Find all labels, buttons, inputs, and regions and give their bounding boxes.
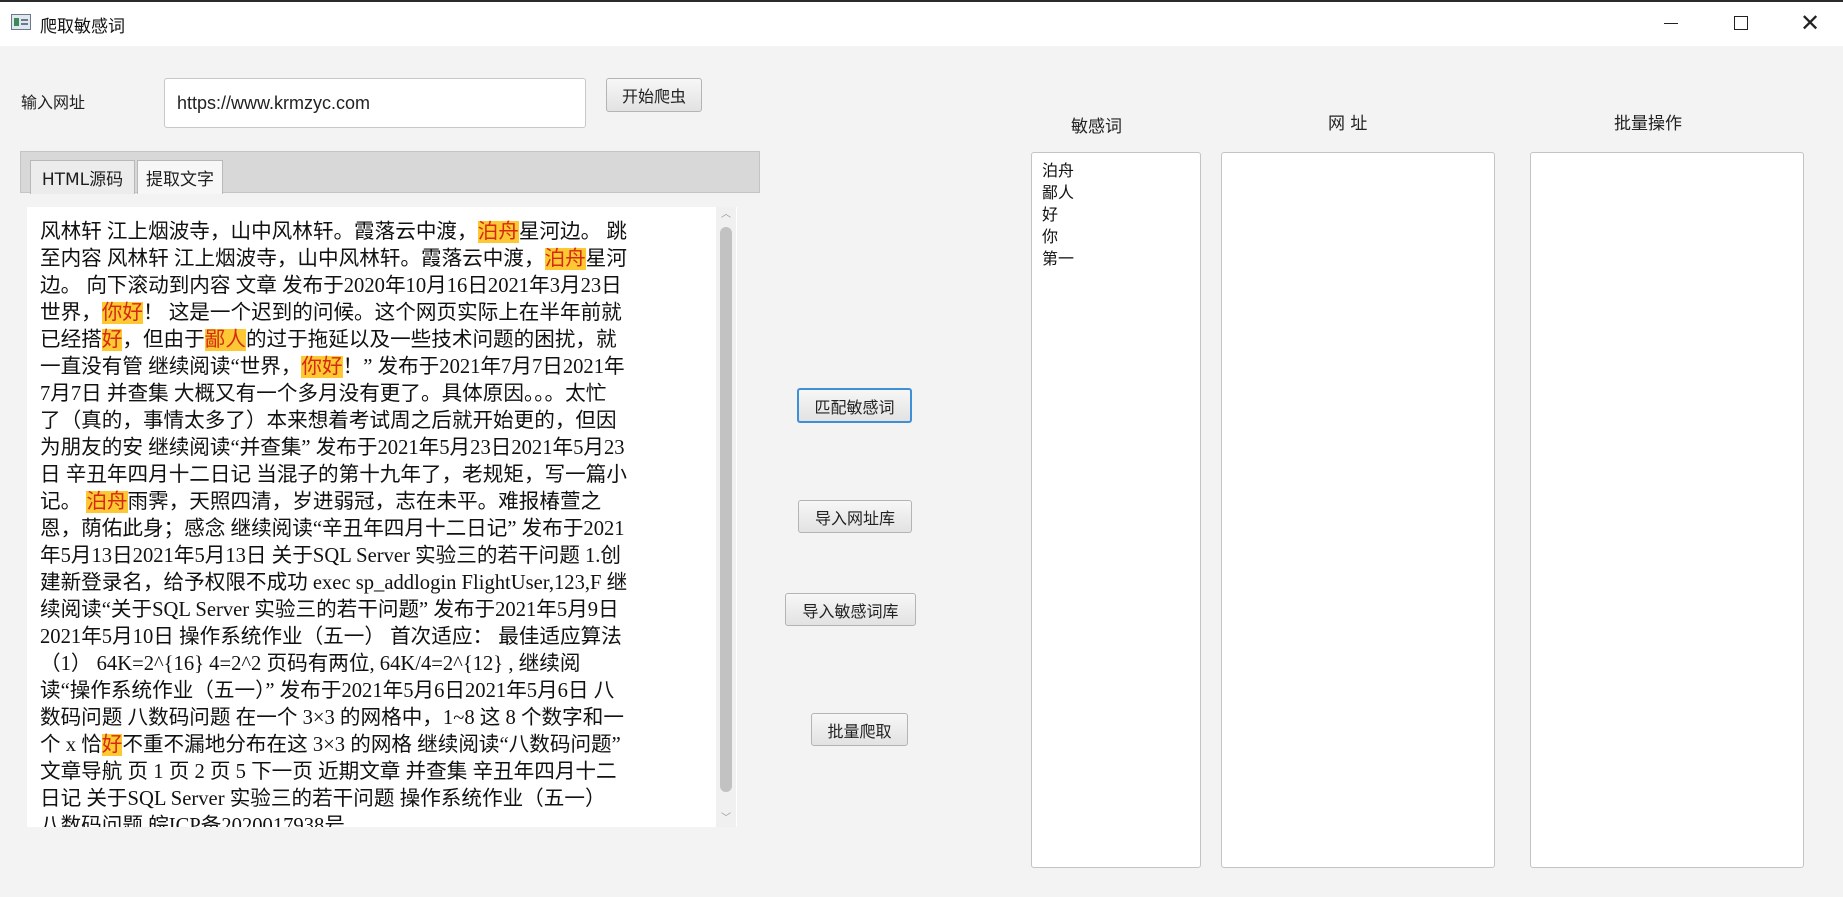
text-segment: 记。 (40, 491, 87, 513)
window-title: 爬取敏感词 (40, 17, 125, 37)
text-line: 日记 关于SQL Server 实验三的若干问题 操作系统作业（五一） (40, 786, 720, 813)
text-line: 至内容 风林轩 江上烟波寺，山中风林轩。霞落云中渡，泊舟星河 (40, 246, 720, 273)
text-segment: 读“操作系统作业（五一）” 发布于2021年5月6日2021年5月6日 八 (40, 680, 615, 702)
text-segment: 世界， (40, 302, 102, 324)
sensitive-word-highlight: 好 (101, 329, 123, 351)
text-segment: 边。 向下滚动到内容 文章 发布于2020年10月16日2021年3月23日 (40, 275, 622, 297)
scroll-up-icon[interactable]: ︿ (716, 207, 736, 223)
sensitive-word-highlight: 你好 (301, 356, 343, 378)
text-segment: 雨霁，天照四清，岁进弱冠，志在未平。难报椿萱之 (127, 491, 602, 513)
list-item[interactable]: 你 (1032, 226, 1200, 248)
close-icon[interactable]: ✕ (1788, 10, 1832, 36)
text-segment: 年5月13日2021年5月13日 关于SQL Server 实验三的若干问题 1… (40, 545, 621, 567)
text-segment: 了（真的，事情太多了）本来想着考试周之后就开始更的，但因 (40, 410, 617, 432)
title-bar-top-border (0, 0, 1843, 2)
batch-crawl-button[interactable]: 批量爬取 (811, 713, 908, 746)
text-segment: 7月7日 并查集 大概又有一个多月没有更了。具体原因。。。太忙 (40, 383, 607, 405)
text-segment: 文章导航 页 1 页 2 页 5 下一页 近期文章 并查集 辛丑年四月十二 (40, 761, 617, 783)
text-line: 年5月13日2021年5月13日 关于SQL Server 实验三的若干问题 1… (40, 543, 720, 570)
text-segment: 的过于拖延以及一些技术问题的困扰，就 (245, 329, 617, 351)
text-line: 2021年5月10日 操作系统作业（五一） 首次适应： 最佳适应算法 (40, 624, 720, 651)
extracted-text-content: 风林轩 江上烟波寺，山中风林轩。霞落云中渡，泊舟星河边。 跳至内容 风林轩 江上… (40, 219, 720, 827)
text-line: 个 x 恰好不重不漏地分布在这 3×3 的网格 继续阅读“八数码问题” (40, 732, 720, 759)
maximize-icon[interactable] (1718, 10, 1762, 36)
text-line: （1） 64K=2^{16} 4=2^2 页码有两位, 64K/4=2^{12}… (40, 651, 720, 678)
sensitive-word-highlight: 好 (101, 734, 123, 756)
text-segment: ！ 这是一个迟到的问候。这个网页实际上在半年前就 (142, 302, 622, 324)
sensitive-word-highlight: 泊舟 (477, 221, 519, 243)
tab-extracted-text[interactable]: 提取文字 (137, 160, 223, 194)
list-item[interactable]: 第一 (1032, 248, 1200, 270)
text-segment: 续阅读“关于SQL Server 实验三的若干问题” 发布于2021年5月9日 (40, 599, 619, 621)
urls-list[interactable] (1221, 152, 1495, 868)
text-scrollbar[interactable]: ︿ ﹀ (716, 207, 736, 827)
scroll-thumb[interactable] (720, 227, 732, 792)
match-sensitive-words-button[interactable]: 匹配敏感词 (797, 388, 912, 423)
text-segment: 为朋友的安 继续阅读“并查集” 发布于2021年5月23日2021年5月23 (40, 437, 625, 459)
text-segment: 数码问题 八数码问题 在一个 3×3 的网格中，1~8 这 8 个数字和一 (40, 707, 624, 729)
text-segment: 不重不漏地分布在这 3×3 的网格 继续阅读“八数码问题” (122, 734, 621, 756)
start-crawl-button[interactable]: 开始爬虫 (606, 78, 702, 112)
text-segment: 星河 (585, 248, 627, 270)
text-line: 文章导航 页 1 页 2 页 5 下一页 近期文章 并查集 辛丑年四月十二 (40, 759, 720, 786)
text-segment: 日 辛丑年四月十二日记 当混子的第十九年了，老规矩，写一篇小 (40, 464, 627, 486)
extracted-text-area[interactable]: 风林轩 江上烟波寺，山中风林轩。霞落云中渡，泊舟星河边。 跳至内容 风林轩 江上… (27, 207, 737, 827)
sensitive-words-list[interactable]: 泊舟 鄙人 好 你 第一 (1031, 152, 1201, 868)
text-line: 恩，荫佑此身；感念 继续阅读“辛丑年四月十二日记” 发布于2021 (40, 516, 720, 543)
text-line: 数码问题 八数码问题 在一个 3×3 的网格中，1~8 这 8 个数字和一 (40, 705, 720, 732)
tab-bar: HTML源码 提取文字 (20, 151, 760, 194)
text-line: 边。 向下滚动到内容 文章 发布于2020年10月16日2021年3月23日 (40, 273, 720, 300)
text-line: 日 辛丑年四月十二日记 当混子的第十九年了，老规矩，写一篇小 (40, 462, 720, 489)
sensitive-word-highlight: 鄙人 (204, 329, 246, 351)
text-segment: 日记 关于SQL Server 实验三的若干问题 操作系统作业（五一） (40, 788, 606, 810)
text-line: 一直没有管 继续阅读“世界，你好！” 发布于2021年7月7日2021年 (40, 354, 720, 381)
url-label: 输入网址 (21, 93, 86, 112)
list-item[interactable]: 泊舟 (1032, 160, 1200, 182)
text-line: 风林轩 江上烟波寺，山中风林轩。霞落云中渡，泊舟星河边。 跳 (40, 219, 720, 246)
text-line: 7月7日 并查集 大概又有一个多月没有更了。具体原因。。。太忙 (40, 381, 720, 408)
url-input[interactable] (164, 78, 586, 128)
minimize-icon[interactable] (1648, 10, 1692, 36)
import-sensitive-word-library-button[interactable]: 导入敏感词库 (785, 593, 916, 626)
text-line: 为朋友的安 继续阅读“并查集” 发布于2021年5月23日2021年5月23 (40, 435, 720, 462)
text-segment: 已经搭 (40, 329, 102, 351)
text-line: 了（真的，事情太多了）本来想着考试周之后就开始更的，但因 (40, 408, 720, 435)
urls-header: 网 址 (1328, 114, 1368, 134)
text-line: 建新登录名，给予权限不成功 exec sp_addlogin FlightUse… (40, 570, 720, 597)
text-segment: 恩，荫佑此身；感念 继续阅读“辛丑年四月十二日记” 发布于2021 (40, 518, 625, 540)
text-line: 世界，你好！ 这是一个迟到的问候。这个网页实际上在半年前就 (40, 300, 720, 327)
app-icon (11, 14, 31, 30)
sensitive-word-highlight: 泊舟 (544, 248, 586, 270)
text-line: 续阅读“关于SQL Server 实验三的若干问题” 发布于2021年5月9日 (40, 597, 720, 624)
batch-ops-list[interactable] (1530, 152, 1804, 868)
text-segment: 风林轩 江上烟波寺，山中风林轩。霞落云中渡， (40, 221, 478, 243)
text-line: 八数码问题 皖ICP备2020017938号 (40, 813, 720, 827)
text-segment: 个 x 恰 (40, 734, 102, 756)
text-segment: 八数码问题 皖ICP备2020017938号 (40, 815, 345, 827)
list-item[interactable]: 鄙人 (1032, 182, 1200, 204)
text-segment: 星河边。 跳 (518, 221, 627, 243)
text-line: 已经搭好，但由于鄙人的过于拖延以及一些技术问题的困扰，就 (40, 327, 720, 354)
list-item[interactable]: 好 (1032, 204, 1200, 226)
text-segment: ，但由于 (122, 329, 205, 351)
import-url-library-button[interactable]: 导入网址库 (798, 500, 912, 533)
scroll-down-icon[interactable]: ﹀ (716, 811, 736, 827)
text-segment: （1） 64K=2^{16} 4=2^2 页码有两位, 64K/4=2^{12}… (40, 653, 581, 675)
text-segment: 一直没有管 继续阅读“世界， (40, 356, 302, 378)
batch-ops-header: 批量操作 (1614, 114, 1682, 134)
sensitive-word-highlight: 你好 (101, 302, 143, 324)
text-segment: ！” 发布于2021年7月7日2021年 (342, 356, 625, 378)
text-line: 读“操作系统作业（五一）” 发布于2021年5月6日2021年5月6日 八 (40, 678, 720, 705)
text-segment: 建新登录名，给予权限不成功 exec sp_addlogin FlightUse… (40, 572, 628, 594)
text-segment: 至内容 风林轩 江上烟波寺，山中风林轩。霞落云中渡， (40, 248, 545, 270)
text-line: 记。 泊舟雨霁，天照四清，岁进弱冠，志在未平。难报椿萱之 (40, 489, 720, 516)
tab-html-source[interactable]: HTML源码 (30, 160, 135, 194)
sensitive-word-highlight: 泊舟 (86, 491, 128, 513)
text-segment: 2021年5月10日 操作系统作业（五一） 首次适应： 最佳适应算法 (40, 626, 622, 648)
sensitive-words-header: 敏感词 (1071, 117, 1122, 137)
title-bar: 爬取敏感词 ✕ (0, 0, 1843, 46)
